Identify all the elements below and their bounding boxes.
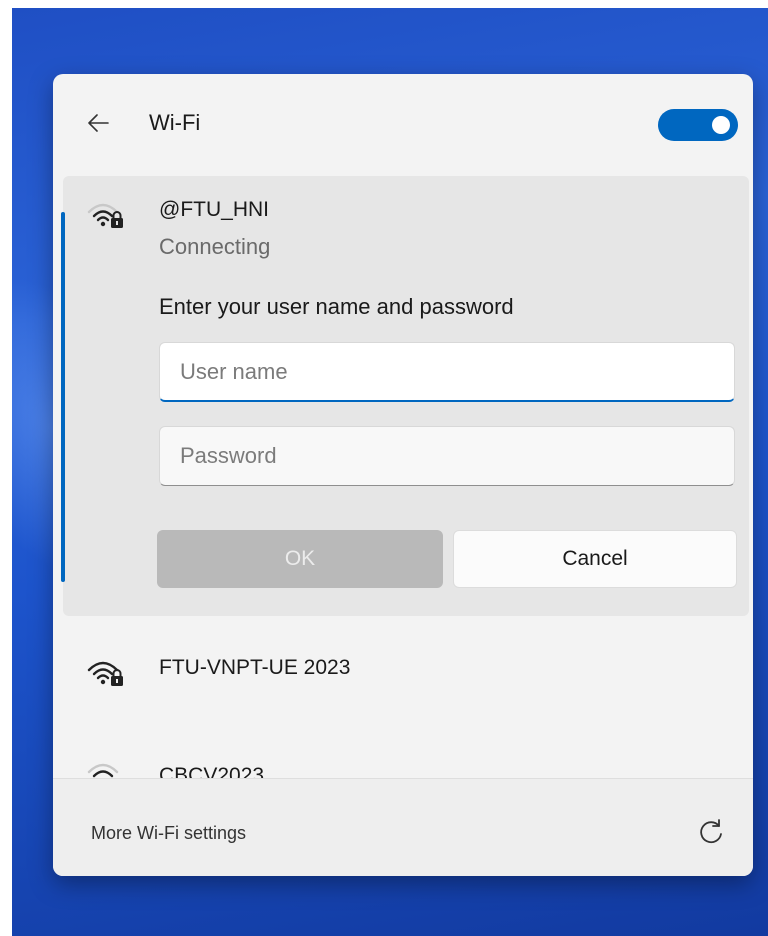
username-field[interactable]: User name [159,342,735,402]
back-button[interactable] [85,110,111,136]
toggle-knob [712,116,730,134]
network-name: CBCV2023 [159,764,265,778]
network-item[interactable]: FTU-VNPT-UE 2023 [53,634,753,714]
flyout-header: Wi-Fi [53,74,753,174]
credentials-prompt: Enter your user name and password [159,294,514,319]
network-status: Connecting [159,234,271,259]
network-item-expanded: @FTU_HNI Connecting Enter your user name… [61,176,749,616]
network-list: @FTU_HNI Connecting Enter your user name… [53,174,753,778]
wifi-secured-icon [87,763,119,778]
page-title: Wi-Fi [149,110,201,135]
ok-button[interactable]: OK [157,530,443,588]
flyout-footer: More Wi-Fi settings [53,778,753,876]
more-wifi-settings-link[interactable]: More Wi-Fi settings [91,823,246,844]
arrow-left-icon [88,114,109,132]
network-item[interactable]: CBCV2023 [53,742,753,778]
network-name: @FTU_HNI [159,198,269,221]
wifi-secured-icon [87,661,123,686]
password-field[interactable]: Password [159,426,735,486]
wifi-flyout: Wi-Fi @FTU_HNI Connecting Enter your use… [53,74,753,876]
cancel-button[interactable]: Cancel [453,530,737,588]
wifi-secured-icon [87,203,123,228]
refresh-icon[interactable] [696,817,726,847]
wifi-toggle[interactable] [658,109,738,141]
selection-indicator [61,212,65,582]
network-name: FTU-VNPT-UE 2023 [159,656,351,679]
